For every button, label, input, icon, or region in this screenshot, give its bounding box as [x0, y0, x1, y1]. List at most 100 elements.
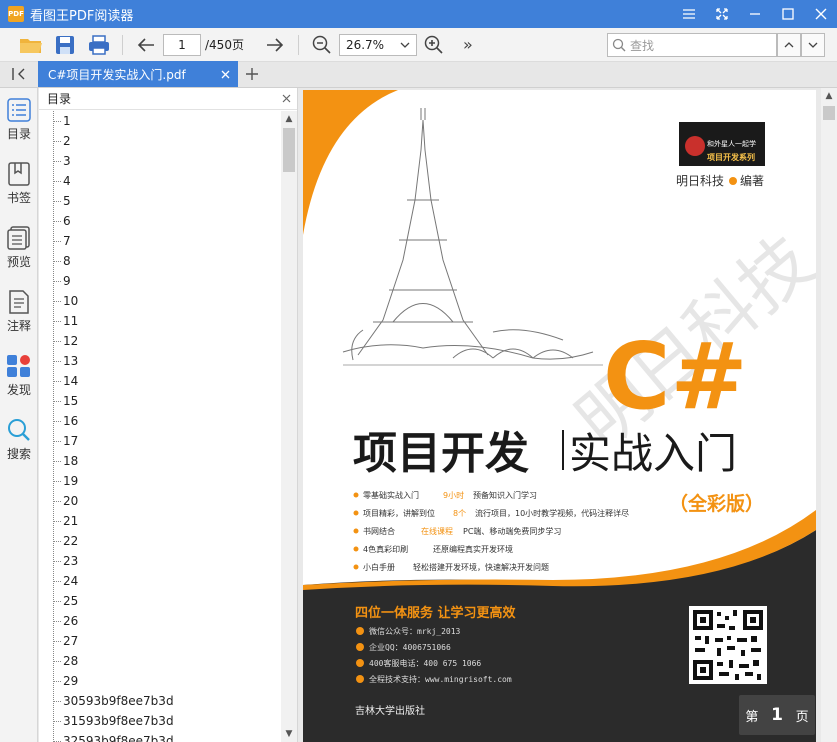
fullscreen-icon[interactable] [705, 0, 738, 28]
document-scrollbar[interactable]: ▲ [821, 88, 837, 742]
zoom-out-icon[interactable] [305, 31, 339, 59]
cover-bullet-4-tail: 还原编程真实开发环境 [433, 544, 513, 554]
outline-item[interactable]: 24 [39, 571, 281, 591]
pdf-page: 明日科技 和外星人一起学 项目开发系列 明日科技 编著 C# 项目开发 实战入门… [303, 90, 816, 742]
outline-item[interactable]: 2 [39, 131, 281, 151]
outline-item[interactable]: 5 [39, 191, 281, 211]
collapse-sidebar-icon[interactable] [0, 61, 38, 87]
outline-list-icon [7, 98, 31, 122]
nav-discover[interactable]: 发现 [0, 344, 38, 408]
qr-code [689, 606, 767, 684]
page-indicator-prefix: 第 [745, 709, 759, 725]
scrollbar-thumb[interactable] [283, 128, 295, 172]
outline-item[interactable]: 22 [39, 531, 281, 551]
main-toolbar: 1 /450页 26.7% » 查找 [0, 28, 837, 62]
scroll-down-arrow-icon[interactable]: ▼ [281, 726, 297, 742]
outline-item[interactable]: 28 [39, 651, 281, 671]
outline-item[interactable]: 12 [39, 331, 281, 351]
nav-bookmarks[interactable]: 书签 [0, 152, 38, 216]
outline-item[interactable]: 21 [39, 511, 281, 531]
nav-discover-label: 发现 [6, 383, 31, 397]
close-icon[interactable] [221, 70, 230, 79]
open-folder-icon[interactable] [14, 31, 48, 59]
outline-item[interactable]: 32593b9f8ee7b3d [39, 731, 281, 742]
close-icon[interactable] [282, 94, 291, 103]
scrollbar-thumb[interactable] [823, 106, 835, 120]
cover-bullet-1-tail: 预备知识入门学习 [473, 490, 537, 500]
outline-item[interactable]: 8 [39, 251, 281, 271]
outline-item[interactable]: 14 [39, 371, 281, 391]
outline-item[interactable]: 17 [39, 431, 281, 451]
outline-item[interactable]: 27 [39, 631, 281, 651]
outline-item[interactable]: 25 [39, 591, 281, 611]
nav-outline[interactable]: 目录 [0, 88, 38, 152]
app-logo-icon: PDF [8, 6, 24, 22]
page-indicator: 第 1 页 [739, 695, 815, 735]
outline-item[interactable]: 16 [39, 411, 281, 431]
toolbar-divider [122, 34, 123, 55]
outline-item[interactable]: 18 [39, 451, 281, 471]
outline-item[interactable]: 30593b9f8ee7b3d [39, 691, 281, 711]
nav-annotations[interactable]: 注释 [0, 280, 38, 344]
nav-outline-label: 目录 [6, 127, 31, 141]
maximize-icon[interactable] [771, 0, 804, 28]
outline-item[interactable]: 23 [39, 551, 281, 571]
tab-document[interactable]: C#项目开发实战入门.pdf [38, 61, 238, 87]
close-window-icon[interactable] [804, 0, 837, 28]
tab-label: C#项目开发实战入门.pdf [48, 67, 186, 82]
outline-list: 1 2 3 4 5 6 7 8 9 10 11 12 13 14 15 16 17 18 19 20 21 22 23 24 2… [39, 111, 281, 742]
service-line-2: 企业QQ：4006751066 [369, 642, 451, 652]
outline-item[interactable]: 9 [39, 271, 281, 291]
zoom-in-icon[interactable] [417, 31, 451, 59]
next-page-icon[interactable] [258, 31, 292, 59]
eiffel-tower-illustration [342, 108, 603, 366]
outline-item[interactable]: 31593b9f8ee7b3d [39, 711, 281, 731]
search-next-button[interactable] [801, 33, 825, 57]
toolbar-divider [297, 34, 299, 55]
outline-item[interactable]: 4 [39, 171, 281, 191]
cover-bullet-3-tail: PC端、移动端免费同步学习 [463, 526, 561, 536]
service-line-3: 400客服电话：400 675 1066 [369, 658, 481, 668]
outline-item[interactable]: 1 [39, 111, 281, 131]
publisher-name: 明日科技 [676, 174, 724, 188]
outline-item[interactable]: 6 [39, 211, 281, 231]
tab-bar: C#项目开发实战入门.pdf [0, 61, 837, 88]
nav-thumbnails[interactable]: 预览 [0, 216, 38, 280]
outline-scrollbar[interactable]: ▲ ▼ [281, 111, 297, 742]
outline-item[interactable]: 7 [39, 231, 281, 251]
document-viewer: 明日科技 和外星人一起学 项目开发系列 明日科技 编著 C# 项目开发 实战入门… [299, 88, 837, 742]
page-number-input[interactable]: 1 [163, 33, 201, 56]
outline-item[interactable]: 11 [39, 311, 281, 331]
new-tab-button[interactable] [238, 61, 266, 87]
save-icon[interactable] [48, 31, 82, 59]
minimize-icon[interactable] [738, 0, 771, 28]
outline-item[interactable]: 19 [39, 471, 281, 491]
page-indicator-suffix: 页 [795, 709, 809, 725]
press-name: 吉林大学出版社 [355, 704, 425, 717]
service-line-1: 微信公众号：mrkj_2013 [369, 626, 461, 636]
cover-bullet-5: 小白手册 [363, 562, 395, 572]
outline-item[interactable]: 29 [39, 671, 281, 691]
search-input[interactable]: 查找 [607, 33, 777, 57]
outline-item[interactable]: 15 [39, 391, 281, 411]
outline-item[interactable]: 10 [39, 291, 281, 311]
cover-bullet-2-highlight: 8个 [453, 509, 466, 518]
print-icon[interactable] [82, 31, 116, 59]
cover-bullet-4: 4色真彩印刷 [363, 544, 408, 554]
previous-page-icon[interactable] [129, 31, 163, 59]
scroll-up-arrow-icon[interactable]: ▲ [281, 111, 297, 127]
search-prev-button[interactable] [777, 33, 801, 57]
zoom-select[interactable]: 26.7% [338, 33, 417, 56]
nav-thumbnails-label: 预览 [6, 255, 31, 269]
more-tools-button[interactable]: » [451, 31, 485, 59]
outline-item[interactable]: 13 [39, 351, 281, 371]
nav-search[interactable]: 搜索 [0, 408, 38, 472]
outline-item[interactable]: 3 [39, 151, 281, 171]
book-cover-image: 明日科技 和外星人一起学 项目开发系列 明日科技 编著 C# 项目开发 实战入门… [303, 90, 816, 742]
outline-item[interactable]: 20 [39, 491, 281, 511]
cover-title-left: 项目开发 [353, 428, 529, 479]
service-title: 四位一体服务 让学习更高效 [355, 605, 517, 621]
menu-icon[interactable] [672, 0, 705, 28]
outline-item[interactable]: 26 [39, 611, 281, 631]
scroll-up-arrow-icon[interactable]: ▲ [821, 88, 837, 104]
